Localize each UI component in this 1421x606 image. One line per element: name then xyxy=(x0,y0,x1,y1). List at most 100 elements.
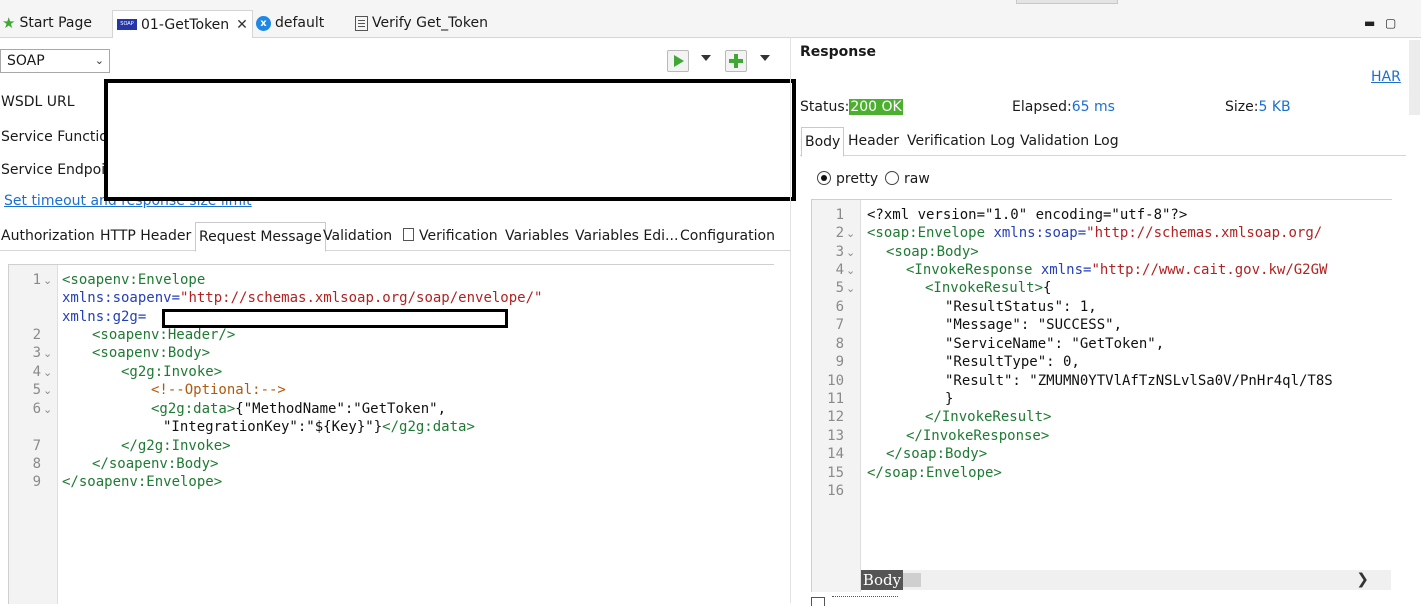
xml-value: "http://schemas.xmlsoap.org/soap/envelop… xyxy=(180,290,543,306)
code-line: </g2g:Invoke> xyxy=(121,438,231,454)
line-number: 13 xyxy=(827,428,844,444)
scroll-thumb[interactable] xyxy=(903,573,921,587)
run-dropdown-icon[interactable] xyxy=(701,55,711,61)
test-case-icon xyxy=(355,15,368,31)
line-number-gutter: 1 ⌄ 2 3 ⌄ 4 ⌄ 5 ⌄ 6 ⌄ 7 8 9 xyxy=(9,265,58,604)
panel-divider[interactable] xyxy=(790,37,791,603)
redaction-box xyxy=(104,79,796,201)
line-number: 10 xyxy=(827,373,844,389)
code-line: <soap:Envelope xmlns:soap="http://schema… xyxy=(867,225,1322,241)
play-icon xyxy=(674,55,684,67)
xml-tag: <InvokeResult> xyxy=(925,280,1044,296)
maximize-icon[interactable]: ▢ xyxy=(1385,16,1396,30)
fold-marker-icon[interactable]: ⌄ xyxy=(43,347,52,360)
xml-tag: <InvokeResponse xyxy=(906,262,1033,278)
fold-marker-icon[interactable]: ⌄ xyxy=(43,384,52,397)
status-label: Status: xyxy=(800,99,850,115)
response-title: Response xyxy=(800,44,877,60)
har-link[interactable]: HAR xyxy=(1371,69,1401,85)
tab-01-gettoken[interactable]: SOAP 01-GetToken ✕ xyxy=(112,10,253,38)
code-line: <soapenv:Body> xyxy=(92,345,211,361)
elapsed-value: 65 ms xyxy=(1071,99,1115,115)
elapsed-label: Elapsed: xyxy=(1012,99,1072,115)
fold-marker-icon[interactable]: ⌄ xyxy=(43,274,52,287)
tab-verify-get-token[interactable]: Verify Get_Token xyxy=(355,12,488,34)
line-number: 6 xyxy=(835,299,844,315)
line-number: 5 xyxy=(835,280,844,296)
close-tab-icon[interactable]: ✕ xyxy=(236,17,248,33)
line-number: 8 xyxy=(32,456,41,472)
code-line: <soapenv:Header/> xyxy=(92,327,236,343)
line-number: 2 xyxy=(835,225,844,241)
service-endpoint-label: Service Endpoint xyxy=(1,162,120,178)
add-button[interactable] xyxy=(725,50,747,72)
fold-marker-icon[interactable]: ⌄ xyxy=(846,282,855,295)
tab-start-page[interactable]: ★ Start Page xyxy=(2,12,92,34)
code-line: <?xml version="1.0" encoding="utf-8"?> xyxy=(867,207,1188,223)
code-line: <soapenv:Envelope xyxy=(62,272,206,288)
code-line: </soapenv:Body> xyxy=(92,456,219,472)
fold-marker-icon[interactable]: ⌄ xyxy=(846,227,855,240)
size-value: 5 KB xyxy=(1258,99,1291,115)
horizontal-scrollbar[interactable]: Body ❯ xyxy=(861,570,1391,590)
tab-validation-log[interactable]: Validation Log xyxy=(1020,133,1119,149)
tab-default[interactable]: x default xyxy=(256,12,324,34)
line-number: 6 xyxy=(32,401,41,417)
add-dropdown-icon[interactable] xyxy=(760,55,770,61)
fold-marker-icon[interactable]: ⌄ xyxy=(846,264,855,277)
wsdl-url-label: WSDL URL xyxy=(1,94,75,110)
line-number: 1 xyxy=(835,207,844,223)
protocol-select[interactable]: SOAP ⌄ xyxy=(0,49,110,73)
run-button[interactable] xyxy=(667,50,689,72)
line-number: 11 xyxy=(827,391,844,407)
tab-header[interactable]: Header xyxy=(848,133,899,149)
line-number: 3 xyxy=(32,345,41,361)
editor-tab-bar: ★ Start Page SOAP 01-GetToken ✕ x defaul… xyxy=(0,0,1421,38)
minimize-icon[interactable]: ▬ xyxy=(1364,16,1375,30)
xml-text: { xyxy=(1043,280,1052,296)
tab-configuration[interactable]: Configuration xyxy=(680,228,775,244)
line-number: 9 xyxy=(835,354,844,370)
response-code-viewer[interactable]: 1 2 ⌄ 3 ⌄ 4 ⌄ 5 ⌄ 6 7 8 9 10 11 12 13 14… xyxy=(811,199,1392,592)
line-number-gutter: 1 2 ⌄ 3 ⌄ 4 ⌄ 5 ⌄ 6 7 8 9 10 11 12 13 14… xyxy=(812,200,861,592)
raw-radio[interactable] xyxy=(885,171,899,185)
code-line: "ResultType": 0, xyxy=(945,354,1080,370)
chevron-down-icon: ⌄ xyxy=(94,54,104,67)
line-number: 15 xyxy=(827,465,844,481)
line-number: 12 xyxy=(827,409,844,425)
xml-text: {"MethodName":"GetToken", xyxy=(235,401,447,417)
tab-body[interactable]: Body xyxy=(801,127,845,157)
fold-marker-icon[interactable]: ⌄ xyxy=(43,403,52,416)
status-metric: Status:200 OK xyxy=(800,99,903,115)
tab-authorization[interactable]: Authorization xyxy=(1,228,95,244)
fold-marker-icon[interactable]: ⌄ xyxy=(846,246,855,259)
pretty-radio[interactable] xyxy=(817,171,831,185)
environment-icon: x xyxy=(256,15,271,31)
chevron-right-icon[interactable]: ❯ xyxy=(1356,570,1369,588)
fold-marker-icon[interactable]: ⌄ xyxy=(43,366,52,379)
code-line: <InvokeResult>{ xyxy=(925,280,1051,296)
line-number: 4 xyxy=(32,364,41,380)
tab-verification[interactable]: Verification xyxy=(403,228,498,244)
tab-http-header[interactable]: HTTP Header xyxy=(100,228,191,244)
code-line: </InvokeResponse> xyxy=(906,428,1050,444)
code-line: </soap:Envelope> xyxy=(867,465,1002,481)
wrap-checkbox-label xyxy=(832,596,898,599)
tab-label: Verify Get_Token xyxy=(372,15,488,31)
xml-value: "http://schemas.xmlsoap.org/ xyxy=(1086,225,1323,241)
tab-variables-editor[interactable]: Variables Edi... xyxy=(575,228,678,244)
window-title-box xyxy=(1016,0,1118,4)
code-line: <soap:Body> xyxy=(886,244,979,260)
code-line: xmlns:soapenv="http://schemas.xmlsoap.or… xyxy=(62,290,542,306)
tab-request-message[interactable]: Request Message xyxy=(195,222,326,252)
tab-verification-log[interactable]: Verification Log xyxy=(907,133,1015,149)
scrollbar[interactable] xyxy=(1409,40,1420,115)
wrap-checkbox[interactable] xyxy=(811,597,825,606)
tab-validation[interactable]: Validation xyxy=(323,228,392,244)
redaction-box xyxy=(162,309,508,328)
tab-variables[interactable]: Variables xyxy=(505,228,569,244)
service-function-label: Service Function xyxy=(1,129,117,145)
tab-verification-label: Verification xyxy=(419,228,498,244)
line-number: 9 xyxy=(32,474,41,490)
protocol-value: SOAP xyxy=(7,53,45,69)
